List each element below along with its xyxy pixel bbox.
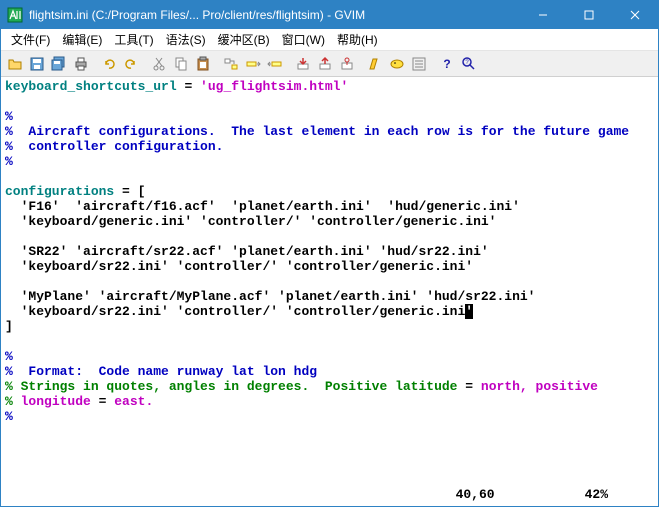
code-line: 'keyboard/generic.ini' 'controller/' 'co… <box>5 214 496 229</box>
menu-buffers[interactable]: 缓冲区(B) <box>212 29 276 50</box>
findhelp-icon[interactable]: ? <box>459 54 479 74</box>
statusbar: 40,60 42% <box>1 487 658 502</box>
code-line: ] <box>5 319 13 334</box>
code-comment: % <box>5 109 13 124</box>
findnext-icon[interactable] <box>243 54 263 74</box>
savesess-icon[interactable] <box>315 54 335 74</box>
code-line: 'keyboard/sr22.ini' 'controller/' 'contr… <box>5 304 465 319</box>
menu-edit[interactable]: 编辑(E) <box>56 29 108 50</box>
svg-text:?: ? <box>443 57 450 71</box>
maximize-button[interactable] <box>566 1 612 29</box>
replace-icon[interactable] <box>221 54 241 74</box>
code-string: 'ug_flightsim.html' <box>200 79 348 94</box>
shell-icon[interactable] <box>387 54 407 74</box>
close-button[interactable] <box>612 1 658 29</box>
redo-icon[interactable] <box>121 54 141 74</box>
minimize-button[interactable] <box>520 1 566 29</box>
help-icon[interactable]: ? <box>437 54 457 74</box>
cursor-position: 40,60 <box>456 487 495 502</box>
menu-window[interactable]: 窗口(W) <box>276 29 331 50</box>
code-line: 'MyPlane' 'aircraft/MyPlane.acf' 'planet… <box>5 289 536 304</box>
menu-file[interactable]: 文件(F) <box>5 29 56 50</box>
code-comment: % <box>5 364 13 379</box>
save-icon[interactable] <box>27 54 47 74</box>
code-comment: % <box>5 379 13 394</box>
runscript-icon[interactable] <box>337 54 357 74</box>
cursor: ' <box>465 304 473 319</box>
code-ident: keyboard_shortcuts_url <box>5 79 177 94</box>
code-comment: % <box>5 154 13 169</box>
make-icon[interactable] <box>365 54 385 74</box>
menu-tools[interactable]: 工具(T) <box>108 29 159 50</box>
toolbar: ? ? <box>1 51 658 77</box>
window-title: flightsim.ini (C:/Program Files/... Pro/… <box>29 8 520 22</box>
taglist-icon[interactable] <box>409 54 429 74</box>
saveall-icon[interactable] <box>49 54 69 74</box>
paste-icon[interactable] <box>193 54 213 74</box>
code-comment: % <box>5 349 13 364</box>
code-comment: % <box>5 139 13 154</box>
editor[interactable]: keyboard_shortcuts_url = 'ug_flightsim.h… <box>1 77 658 487</box>
print-icon[interactable] <box>71 54 91 74</box>
scroll-percent: 42% <box>585 487 608 502</box>
code-comment: % <box>5 124 13 139</box>
menubar: 文件(F) 编辑(E) 工具(T) 语法(S) 缓冲区(B) 窗口(W) 帮助(… <box>1 29 658 51</box>
app-icon <box>7 7 23 23</box>
copy-icon[interactable] <box>171 54 191 74</box>
open-icon[interactable] <box>5 54 25 74</box>
code-comment: % <box>5 394 13 409</box>
cut-icon[interactable] <box>149 54 169 74</box>
undo-icon[interactable] <box>99 54 119 74</box>
code-ident: configurations <box>5 184 114 199</box>
code-line: 'F16' 'aircraft/f16.acf' 'planet/earth.i… <box>5 199 520 214</box>
code-line: 'keyboard/sr22.ini' 'controller/' 'contr… <box>5 259 473 274</box>
code-line: 'SR22' 'aircraft/sr22.acf' 'planet/earth… <box>5 244 489 259</box>
menu-syntax[interactable]: 语法(S) <box>160 29 212 50</box>
findprev-icon[interactable] <box>265 54 285 74</box>
loadsess-icon[interactable] <box>293 54 313 74</box>
titlebar: flightsim.ini (C:/Program Files/... Pro/… <box>1 1 658 29</box>
code-comment: % <box>5 409 13 424</box>
menu-help[interactable]: 帮助(H) <box>331 29 384 50</box>
